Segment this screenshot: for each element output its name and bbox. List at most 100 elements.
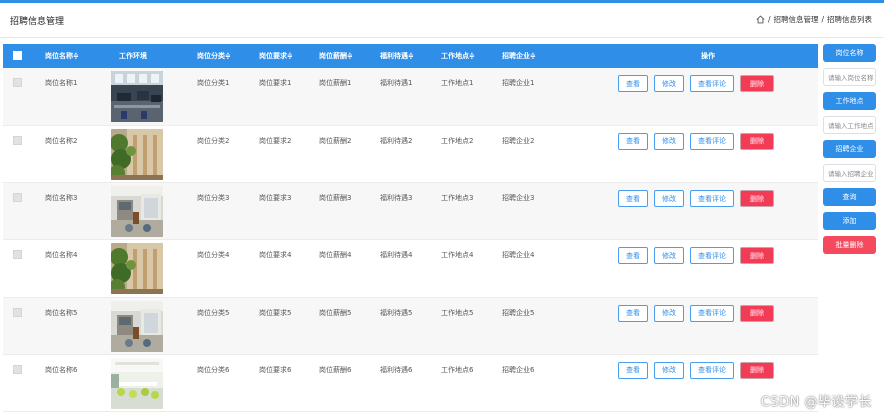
row-select-cell[interactable]: [3, 297, 41, 354]
view-button[interactable]: 查看: [618, 190, 648, 208]
cell-location: 工作地点2: [441, 136, 474, 145]
table-row[interactable]: 岗位名称3 岗位分类3 岗位要求3 岗位薪酬3 福利待遇3 工作地点3 招聘企业3 查看 修改查…: [3, 182, 818, 240]
header-select-all[interactable]: [3, 44, 41, 68]
cell-category: 岗位分类2: [197, 136, 230, 145]
cell-category: 岗位分类1: [197, 79, 230, 87]
view-button[interactable]: 查看: [618, 132, 648, 150]
cell-company: 招聘企业3: [502, 194, 535, 203]
column-header-name[interactable]: 岗位名称≑: [41, 44, 107, 68]
workplace-photo: [111, 300, 163, 352]
view-comments-button[interactable]: 查看评论: [690, 132, 734, 150]
view-button[interactable]: 查看: [618, 361, 648, 379]
edit-button[interactable]: 修改: [654, 361, 684, 379]
delete-button[interactable]: 删除: [740, 247, 774, 265]
row-checkbox[interactable]: [13, 307, 22, 317]
edit-button[interactable]: 修改: [654, 132, 684, 150]
row-select-cell[interactable]: [3, 68, 41, 125]
view-button[interactable]: 查看: [618, 247, 648, 265]
cell-environment: [107, 183, 193, 240]
delete-button[interactable]: 删除: [740, 75, 774, 92]
cell-requirement: 岗位要求6: [259, 365, 292, 374]
table-row[interactable]: 岗位名称4 岗位分类4 岗位要求4 岗位薪酬4 福利待遇4 工作地点4 招聘企业4 查看 修改查…: [3, 239, 818, 298]
watermark: CSDN @毕设学长: [760, 395, 872, 410]
cell-salary: 岗位薪酬4: [319, 251, 352, 260]
row-checkbox[interactable]: [13, 250, 22, 260]
row-checkbox[interactable]: [13, 135, 22, 145]
cell-name: 岗位名称2: [45, 136, 78, 145]
row-checkbox[interactable]: [13, 78, 22, 87]
cell-requirement: 岗位要求4: [259, 251, 292, 260]
breadcrumb-item-manage[interactable]: 招聘信息管理: [773, 14, 818, 25]
cell-welfare: 福利待遇3: [380, 194, 413, 203]
view-comments-button[interactable]: 查看评论: [690, 247, 734, 265]
delete-button[interactable]: 删除: [740, 361, 774, 379]
job-table: 岗位名称≑ 工作环境 岗位分类≑ 岗位要求≑ 岗位薪酬≑ 福利待遇≑ 工作地点≑…: [3, 44, 818, 416]
cell-category: 岗位分类3: [197, 194, 230, 203]
column-header-location[interactable]: 工作地点≑: [437, 44, 498, 68]
edit-button[interactable]: 修改: [654, 190, 684, 208]
breadcrumb-item-list: 招聘信息列表: [827, 15, 872, 24]
column-header-environment: 工作环境: [119, 52, 147, 60]
name-search-input[interactable]: 请输入岗位名称: [823, 68, 876, 86]
table-row[interactable]: 岗位名称6 岗位分类6 岗位要求6 岗位薪酬6 福利待遇6 工作地点6 招聘企业6 查看 修改查…: [3, 354, 818, 412]
cell-salary: 岗位薪酬6: [319, 365, 352, 374]
workplace-photo: [111, 243, 163, 295]
delete-button[interactable]: 删除: [740, 304, 774, 322]
delete-button[interactable]: 删除: [740, 190, 774, 208]
row-select-cell[interactable]: [3, 125, 41, 182]
column-header-category[interactable]: 岗位分类≑: [193, 44, 255, 68]
cell-environment: [107, 240, 193, 297]
name-filter-label: 岗位名称: [823, 44, 876, 62]
column-header-requirement[interactable]: 岗位要求≑: [255, 44, 315, 68]
row-select-cell[interactable]: [3, 240, 41, 297]
home-icon[interactable]: [756, 15, 765, 24]
cell-requirement: 岗位要求3: [259, 194, 292, 203]
view-comments-button[interactable]: 查看评论: [690, 304, 734, 322]
select-all-checkbox[interactable]: [13, 50, 22, 60]
location-filter-label: 工作地点: [823, 92, 876, 110]
column-header-welfare[interactable]: 福利待遇≑: [376, 44, 437, 68]
cell-category: 岗位分类4: [197, 251, 230, 260]
edit-button[interactable]: 修改: [654, 304, 684, 322]
cell-environment: [107, 297, 193, 354]
table-row[interactable]: 岗位名称1 岗位分类1 岗位要求1 岗位薪酬1 福利待遇1 工作地点1 招聘企业1 查看 修改查…: [3, 68, 818, 126]
row-checkbox[interactable]: [13, 364, 22, 374]
cell-category: 岗位分类5: [197, 308, 230, 317]
view-comments-button[interactable]: 查看评论: [690, 75, 734, 92]
view-comments-button[interactable]: 查看评论: [690, 190, 734, 208]
cell-company: 招聘企业1: [502, 79, 535, 87]
workplace-photo: [111, 357, 163, 409]
cell-actions: 查看 修改 查看评论 删除: [598, 68, 818, 125]
search-button[interactable]: 查询: [823, 188, 876, 206]
cell-actions: 查看 修改 查看评论 删除: [598, 297, 818, 354]
row-checkbox[interactable]: [13, 193, 22, 203]
column-header-company[interactable]: 招聘企业≑: [498, 44, 598, 68]
company-search-input[interactable]: 请输入招聘企业: [823, 164, 876, 182]
table-row[interactable]: 岗位名称2 岗位分类2 岗位要求2 岗位薪酬2 福利待遇2 工作地点2 招聘企业2 查看 修改查…: [3, 125, 818, 183]
add-button[interactable]: 添加: [823, 212, 876, 230]
column-header-salary[interactable]: 岗位薪酬≑: [315, 44, 376, 68]
cell-company: 招聘企业4: [502, 251, 535, 260]
cell-requirement: 岗位要求1: [259, 79, 292, 87]
edit-button[interactable]: 修改: [654, 247, 684, 265]
row-select-cell[interactable]: [3, 354, 41, 411]
row-select-cell[interactable]: [3, 183, 41, 240]
location-search-input[interactable]: 请输入工作地点: [823, 116, 876, 134]
cell-requirement: 岗位要求2: [259, 136, 292, 145]
batch-delete-button[interactable]: 批量删除: [823, 236, 876, 254]
view-button[interactable]: 查看: [618, 75, 648, 92]
cell-salary: 岗位薪酬3: [319, 194, 352, 203]
cell-environment: [107, 68, 193, 125]
table-row[interactable]: 岗位名称5 岗位分类5 岗位要求5 岗位薪酬5 福利待遇5 工作地点5 招聘企业5 查看 修改查…: [3, 297, 818, 355]
cell-welfare: 福利待遇2: [380, 136, 413, 145]
cell-welfare: 福利待遇1: [380, 79, 413, 87]
view-comments-button[interactable]: 查看评论: [690, 361, 734, 379]
table-header-row: 岗位名称≑ 工作环境 岗位分类≑ 岗位要求≑ 岗位薪酬≑ 福利待遇≑ 工作地点≑…: [3, 44, 818, 68]
cell-company: 招聘企业6: [502, 365, 535, 374]
cell-actions: 查看 修改 查看评论 删除: [598, 183, 818, 240]
cell-salary: 岗位薪酬2: [319, 136, 352, 145]
view-button[interactable]: 查看: [618, 304, 648, 322]
cell-company: 招聘企业2: [502, 136, 535, 145]
delete-button[interactable]: 删除: [740, 132, 774, 150]
edit-button[interactable]: 修改: [654, 75, 684, 92]
